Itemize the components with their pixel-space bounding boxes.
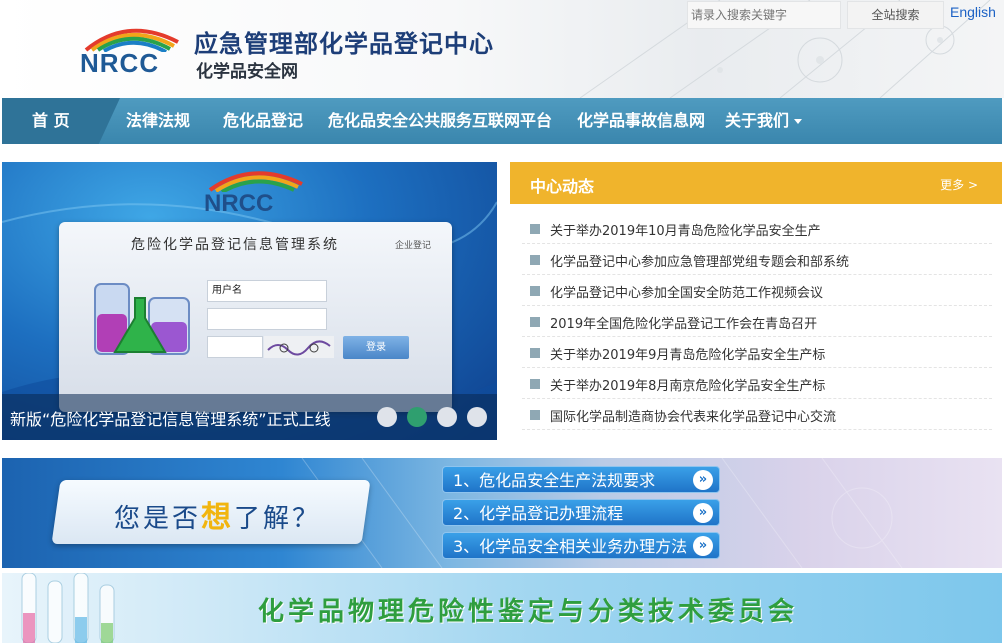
news-item-text: 2019年全国危险化学品登记工作会在青岛召开	[550, 317, 818, 332]
username-field: 用户名	[207, 280, 327, 302]
news-item[interactable]: 关于举办2019年9月青岛危险化学品安全生产标	[522, 337, 992, 368]
faq-button-label: 1、危化品安全生产法规要求	[453, 471, 656, 490]
logo-text: NRCC	[80, 48, 160, 78]
login-panel-title: 危险化学品登记信息管理系统	[131, 237, 339, 253]
nav-item-about-us[interactable]: 关于我们	[725, 98, 803, 144]
password-field	[207, 308, 327, 330]
main-nav: 首 页 法律法规 危化品登记 危化品安全公共服务互联网平台 化学品事故信息网 关…	[2, 98, 1002, 144]
faq-button-label: 3、化学品安全相关业务办理方法	[453, 537, 688, 556]
nav-item-laws[interactable]: 法律法规	[126, 98, 190, 144]
slide-caption[interactable]: 新版“危险化学品登记信息管理系统”正式上线	[10, 406, 331, 430]
slider-dot-2[interactable]	[407, 407, 427, 427]
login-panel-image: 危险化学品登记信息管理系统 企业登记 用户名 登录	[59, 222, 452, 412]
news-item[interactable]: 化学品登记中心参加全国安全防范工作视频会议	[522, 275, 992, 306]
news-item[interactable]: 2019年全国危险化学品登记工作会在青岛召开	[522, 306, 992, 337]
english-link[interactable]: English	[950, 4, 996, 20]
slider-logo: NRCC	[202, 166, 312, 218]
faq-button-business-methods[interactable]: 3、化学品安全相关业务办理方法 »	[442, 532, 720, 559]
question-text-post: 了解？	[234, 504, 322, 534]
committee-banner-title: 化学品物理危险性鉴定与分类技术委员会	[258, 597, 799, 627]
login-panel-link: 企业登记	[395, 241, 432, 251]
chevron-down-icon	[794, 119, 803, 124]
news-item-text: 关于举办2019年8月南京危险化学品安全生产标	[550, 379, 826, 394]
news-title: 中心动态	[530, 177, 595, 196]
logo-arc-icon	[208, 171, 303, 192]
bullet-icon	[530, 348, 540, 358]
nav-item-hazchem-registration[interactable]: 危化品登记	[223, 98, 303, 144]
bullet-icon	[530, 379, 540, 389]
captcha-noise-icon	[267, 340, 331, 356]
bullet-icon	[530, 224, 540, 234]
captcha-image	[264, 336, 334, 358]
site-header: NRCC 应急管理部化学品登记中心 化学品安全网 全站搜索 English	[0, 0, 1004, 98]
flask-icon	[94, 283, 190, 355]
login-button-image: 登录	[343, 336, 409, 359]
slider-dot-4[interactable]	[467, 407, 487, 427]
bullet-icon	[530, 255, 540, 265]
news-item[interactable]: 关于举办2019年8月南京危险化学品安全生产标	[522, 368, 992, 399]
committee-banner[interactable]: 化学品物理危险性鉴定与分类技术委员会	[2, 573, 1002, 643]
news-item[interactable]: 化学品登记中心参加应急管理部党组专题会和部系统	[522, 244, 992, 275]
site-title: 应急管理部化学品登记中心	[194, 30, 494, 58]
double-arrow-right-icon: »	[693, 503, 713, 523]
news-item-text: 化学品登记中心参加应急管理部党组专题会和部系统	[550, 255, 850, 270]
banner-question: 您是否想了解？	[114, 492, 321, 536]
nav-item-home[interactable]: 首 页	[32, 98, 70, 144]
bullet-icon	[530, 317, 540, 327]
slider-logo-text: NRCC	[204, 190, 274, 217]
faq-button-regulations[interactable]: 1、危化品安全生产法规要求 »	[442, 466, 720, 493]
news-item-text: 化学品登记中心参加全国安全防范工作视频会议	[550, 286, 824, 301]
site-subtitle: 化学品安全网	[196, 62, 298, 82]
news-item-text: 关于举办2019年10月青岛危险化学品安全生产	[550, 224, 821, 239]
slider-dot-1[interactable]	[377, 407, 397, 427]
news-item[interactable]: 关于举办2019年10月青岛危险化学品安全生产	[522, 213, 992, 244]
nav-item-accident-info[interactable]: 化学品事故信息网	[577, 98, 705, 144]
faq-button-registration-process[interactable]: 2、化学品登记办理流程 »	[442, 499, 720, 526]
nav-item-public-service-platform[interactable]: 危化品安全公共服务互联网平台	[328, 98, 552, 144]
nav-item-about-us-label: 关于我们	[725, 111, 790, 130]
news-item-text: 国际化学品制造商协会代表来化学品登记中心交流	[550, 410, 837, 425]
bullet-icon	[530, 410, 540, 420]
question-text-pre: 您是否	[114, 504, 202, 534]
double-arrow-right-icon: »	[693, 536, 713, 556]
news-header: 中心动态 更多 >	[510, 162, 1002, 204]
news-more-link[interactable]: 更多 >	[940, 176, 978, 193]
faq-banner: 您是否想了解？ 1、危化品安全生产法规要求 » 2、化学品登记办理流程 » 3、化学…	[2, 458, 1002, 568]
news-list: 关于举办2019年10月青岛危险化学品安全生产 化学品登记中心参加应急管理部党组…	[522, 213, 992, 430]
faq-button-label: 2、化学品登记办理流程	[453, 504, 624, 523]
site-search-button[interactable]: 全站搜索	[847, 1, 944, 29]
captcha-field	[207, 336, 263, 358]
double-arrow-right-icon: »	[693, 470, 713, 490]
search-input[interactable]	[687, 1, 841, 29]
news-item[interactable]: 国际化学品制造商协会代表来化学品登记中心交流	[522, 399, 992, 430]
test-tubes-icon	[21, 573, 115, 643]
nrcc-logo[interactable]: NRCC	[78, 22, 190, 78]
slider-dot-3[interactable]	[437, 407, 457, 427]
slide-caption-bar: 新版“危险化学品登记信息管理系统”正式上线	[2, 394, 497, 440]
bullet-icon	[530, 286, 540, 296]
question-text-highlight: 想	[201, 500, 235, 535]
image-slider[interactable]: NRCC 危险化学品登记信息管理系统 企业登记 用户名 登录 新版“危险化学品登…	[2, 162, 497, 440]
news-item-text: 关于举办2019年9月青岛危险化学品安全生产标	[550, 348, 826, 363]
